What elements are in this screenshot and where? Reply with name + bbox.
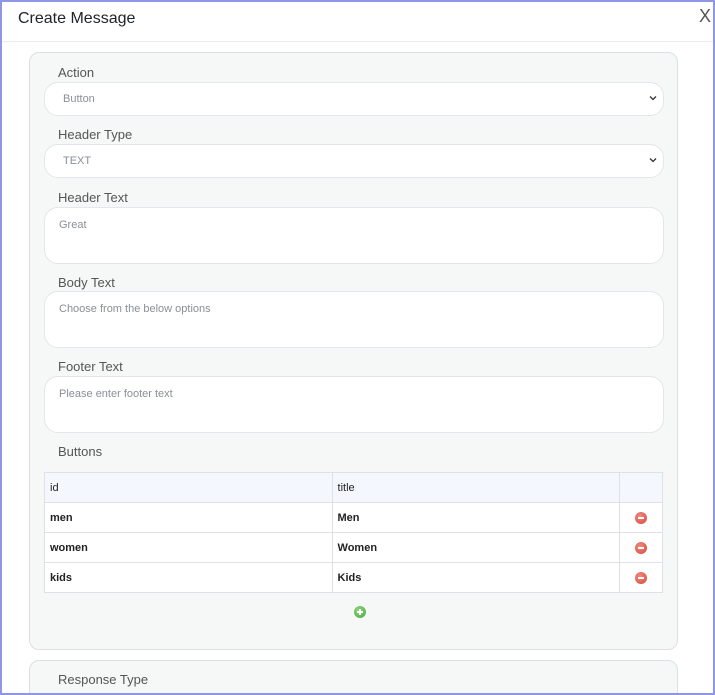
chevron-down-icon bbox=[649, 158, 657, 163]
body-text-label: Body Text bbox=[58, 275, 115, 290]
footer-text-input[interactable]: Please enter footer text bbox=[44, 376, 664, 433]
chevron-down-icon bbox=[649, 96, 657, 101]
response-type-card: Response Type bbox=[29, 660, 678, 693]
action-select-value: Button bbox=[63, 93, 95, 105]
remove-cell bbox=[619, 502, 663, 533]
remove-cell bbox=[619, 562, 663, 593]
action-label: Action bbox=[58, 65, 95, 80]
table-row: kids Kids bbox=[44, 562, 663, 593]
header-type-select[interactable]: TEXT bbox=[44, 144, 664, 178]
header-type-label: Header Type bbox=[58, 127, 133, 142]
remove-icon[interactable] bbox=[635, 511, 648, 524]
header-text-label: Header Text bbox=[58, 190, 128, 205]
column-header-id: id bbox=[44, 472, 333, 503]
button-title-cell[interactable]: Men bbox=[331, 502, 621, 533]
action-select[interactable]: Button bbox=[44, 82, 664, 116]
close-button[interactable]: X bbox=[699, 6, 711, 27]
body-text-input[interactable]: Choose from the below options bbox=[44, 291, 664, 348]
create-message-modal: Create Message X Action Button Header Ty… bbox=[0, 0, 715, 695]
column-header-actions bbox=[619, 472, 663, 503]
remove-icon[interactable] bbox=[635, 571, 648, 584]
response-type-label: Response Type bbox=[58, 672, 149, 687]
buttons-table: id title men Men women Women kids Kids bbox=[44, 472, 663, 593]
button-id-cell[interactable]: kids bbox=[44, 562, 333, 593]
button-id-cell[interactable]: men bbox=[44, 502, 333, 533]
table-header-row: id title bbox=[44, 472, 663, 503]
table-row: men Men bbox=[44, 502, 663, 533]
modal-title: Create Message bbox=[18, 10, 136, 27]
remove-cell bbox=[619, 532, 663, 563]
modal-header: Create Message X bbox=[2, 2, 713, 42]
buttons-label: Buttons bbox=[58, 444, 103, 459]
add-row-icon[interactable] bbox=[354, 606, 366, 618]
button-title-cell[interactable]: Women bbox=[331, 532, 621, 563]
message-form-card: Action Button Header Type TEXT Header Te… bbox=[29, 52, 678, 650]
remove-icon[interactable] bbox=[635, 541, 648, 554]
header-type-select-value: TEXT bbox=[63, 155, 92, 167]
column-header-title: title bbox=[331, 472, 621, 503]
footer-text-label: Footer Text bbox=[58, 359, 123, 374]
header-text-input[interactable]: Great bbox=[44, 207, 664, 264]
button-id-cell[interactable]: women bbox=[44, 532, 333, 563]
table-row: women Women bbox=[44, 532, 663, 563]
button-title-cell[interactable]: Kids bbox=[331, 562, 621, 593]
